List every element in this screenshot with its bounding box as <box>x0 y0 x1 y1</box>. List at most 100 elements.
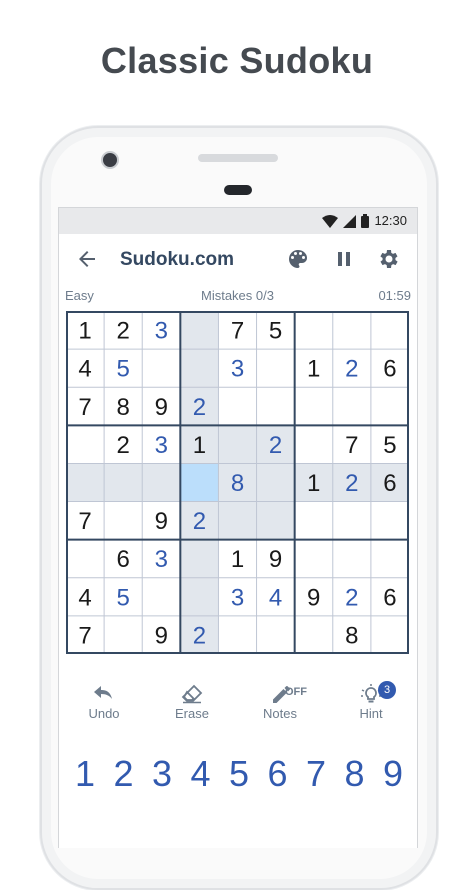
board-cell[interactable] <box>66 463 105 502</box>
cell-given-digit: 4 <box>78 584 91 611</box>
cell-given-digit: 7 <box>231 318 244 345</box>
board-cell[interactable] <box>66 425 105 464</box>
cell-user-digit: 2 <box>345 356 358 383</box>
board-cell[interactable] <box>104 463 143 502</box>
app-bar: Sudoku.com <box>59 234 417 286</box>
undo-label: Undo <box>88 706 120 721</box>
board-cell[interactable] <box>370 615 409 654</box>
board-cell[interactable] <box>370 539 409 578</box>
proximity-sensor <box>224 185 252 195</box>
cell-given-digit: 6 <box>383 470 396 497</box>
numpad-key-2[interactable]: 2 <box>106 751 142 797</box>
board-cell[interactable] <box>218 387 257 426</box>
board-cell[interactable] <box>218 425 257 464</box>
board-cell[interactable] <box>332 501 371 540</box>
board-cell[interactable] <box>256 387 295 426</box>
board-cell[interactable] <box>332 311 371 350</box>
board-cell[interactable] <box>104 615 143 654</box>
numpad-key-3[interactable]: 3 <box>144 751 180 797</box>
tool-bar: Undo Erase OFF Notes 3 Hint <box>59 681 417 732</box>
cell-user-digit: 4 <box>269 584 282 611</box>
board-cell[interactable] <box>294 501 333 540</box>
board-cell[interactable] <box>256 463 295 502</box>
erase-label: Erase <box>175 706 209 721</box>
wifi-icon <box>322 214 338 228</box>
cell-given-digit: 2 <box>116 318 129 345</box>
board-cell[interactable] <box>256 615 295 654</box>
cell-given-digit: 2 <box>116 432 129 459</box>
board-cell[interactable] <box>294 539 333 578</box>
status-time: 12:30 <box>374 213 407 228</box>
cell-given-digit: 7 <box>78 394 91 421</box>
cell-user-digit: 2 <box>193 622 206 649</box>
battery-icon <box>361 214 369 228</box>
cell-user-digit: 2 <box>269 432 282 459</box>
notes-toggle[interactable]: OFF Notes <box>245 684 315 721</box>
numpad-key-4[interactable]: 4 <box>183 751 219 797</box>
status-bar: 12:30 <box>59 208 417 234</box>
numpad-key-7[interactable]: 7 <box>298 751 334 797</box>
game-info-bar: Easy Mistakes 0/3 01:59 <box>59 286 417 306</box>
board-cell[interactable] <box>66 539 105 578</box>
board-cell[interactable] <box>142 349 181 388</box>
numpad-key-8[interactable]: 8 <box>337 751 373 797</box>
palette-icon[interactable] <box>286 247 310 271</box>
board-cell[interactable] <box>370 311 409 350</box>
board-cell[interactable] <box>332 539 371 578</box>
cell-given-digit: 6 <box>116 546 129 573</box>
cell-given-digit: 9 <box>155 508 168 535</box>
board-cell[interactable] <box>294 311 333 350</box>
cell-given-digit: 8 <box>345 622 358 649</box>
pause-icon[interactable] <box>332 247 356 271</box>
notes-state: OFF <box>285 686 307 698</box>
cell-given-digit: 7 <box>345 432 358 459</box>
cell-given-digit: 9 <box>155 622 168 649</box>
board-cell[interactable] <box>142 577 181 616</box>
mistakes-counter: Mistakes 0/3 <box>201 288 274 303</box>
cell-given-digit: 1 <box>307 470 320 497</box>
cell-user-digit: 2 <box>345 470 358 497</box>
board-cell[interactable] <box>142 463 181 502</box>
cell-given-digit: 1 <box>307 356 320 383</box>
board-cell[interactable] <box>256 501 295 540</box>
erase-button[interactable]: Erase <box>157 684 227 721</box>
undo-button[interactable]: Undo <box>69 684 139 721</box>
numpad-key-5[interactable]: 5 <box>221 751 257 797</box>
board-cell[interactable] <box>180 577 219 616</box>
board-cell[interactable] <box>294 387 333 426</box>
board-cell[interactable] <box>256 349 295 388</box>
cell-given-digit: 5 <box>269 318 282 345</box>
undo-icon <box>94 686 112 699</box>
notes-label: Notes <box>263 706 297 721</box>
board-cell[interactable] <box>370 501 409 540</box>
cell-given-digit: 6 <box>383 356 396 383</box>
cell-user-digit: 5 <box>116 584 129 611</box>
cell-given-digit: 9 <box>307 584 320 611</box>
board-cell[interactable] <box>370 387 409 426</box>
board-cell[interactable] <box>104 501 143 540</box>
gear-icon[interactable] <box>377 247 401 271</box>
eraser-icon <box>181 684 203 704</box>
board-cell[interactable] <box>180 539 219 578</box>
board-cell[interactable] <box>218 615 257 654</box>
arrow-left-icon[interactable] <box>75 247 99 271</box>
cell-given-digit: 9 <box>269 546 282 573</box>
cell-given-digit: 8 <box>116 394 129 421</box>
board-cell[interactable] <box>180 463 219 502</box>
cell-user-digit: 3 <box>155 546 168 573</box>
cell-given-digit: 4 <box>78 356 91 383</box>
numpad-key-6[interactable]: 6 <box>260 751 296 797</box>
numpad-key-9[interactable]: 9 <box>375 751 411 797</box>
board-cell[interactable] <box>332 387 371 426</box>
numpad-key-1[interactable]: 1 <box>67 751 103 797</box>
cell-given-digit: 6 <box>383 584 396 611</box>
hint-button[interactable]: 3 Hint <box>336 681 406 721</box>
app-screen: 12:30 Sudoku.com Easy Mistakes 0/3 01:59… <box>58 207 418 848</box>
board-cell[interactable] <box>294 615 333 654</box>
sudoku-board: 1237545312678922312758126792631945349267… <box>66 311 409 654</box>
board-cell[interactable] <box>294 425 333 464</box>
board-cell[interactable] <box>218 501 257 540</box>
board-cell[interactable] <box>180 349 219 388</box>
board-cell[interactable] <box>180 311 219 350</box>
cell-user-digit: 3 <box>155 318 168 345</box>
